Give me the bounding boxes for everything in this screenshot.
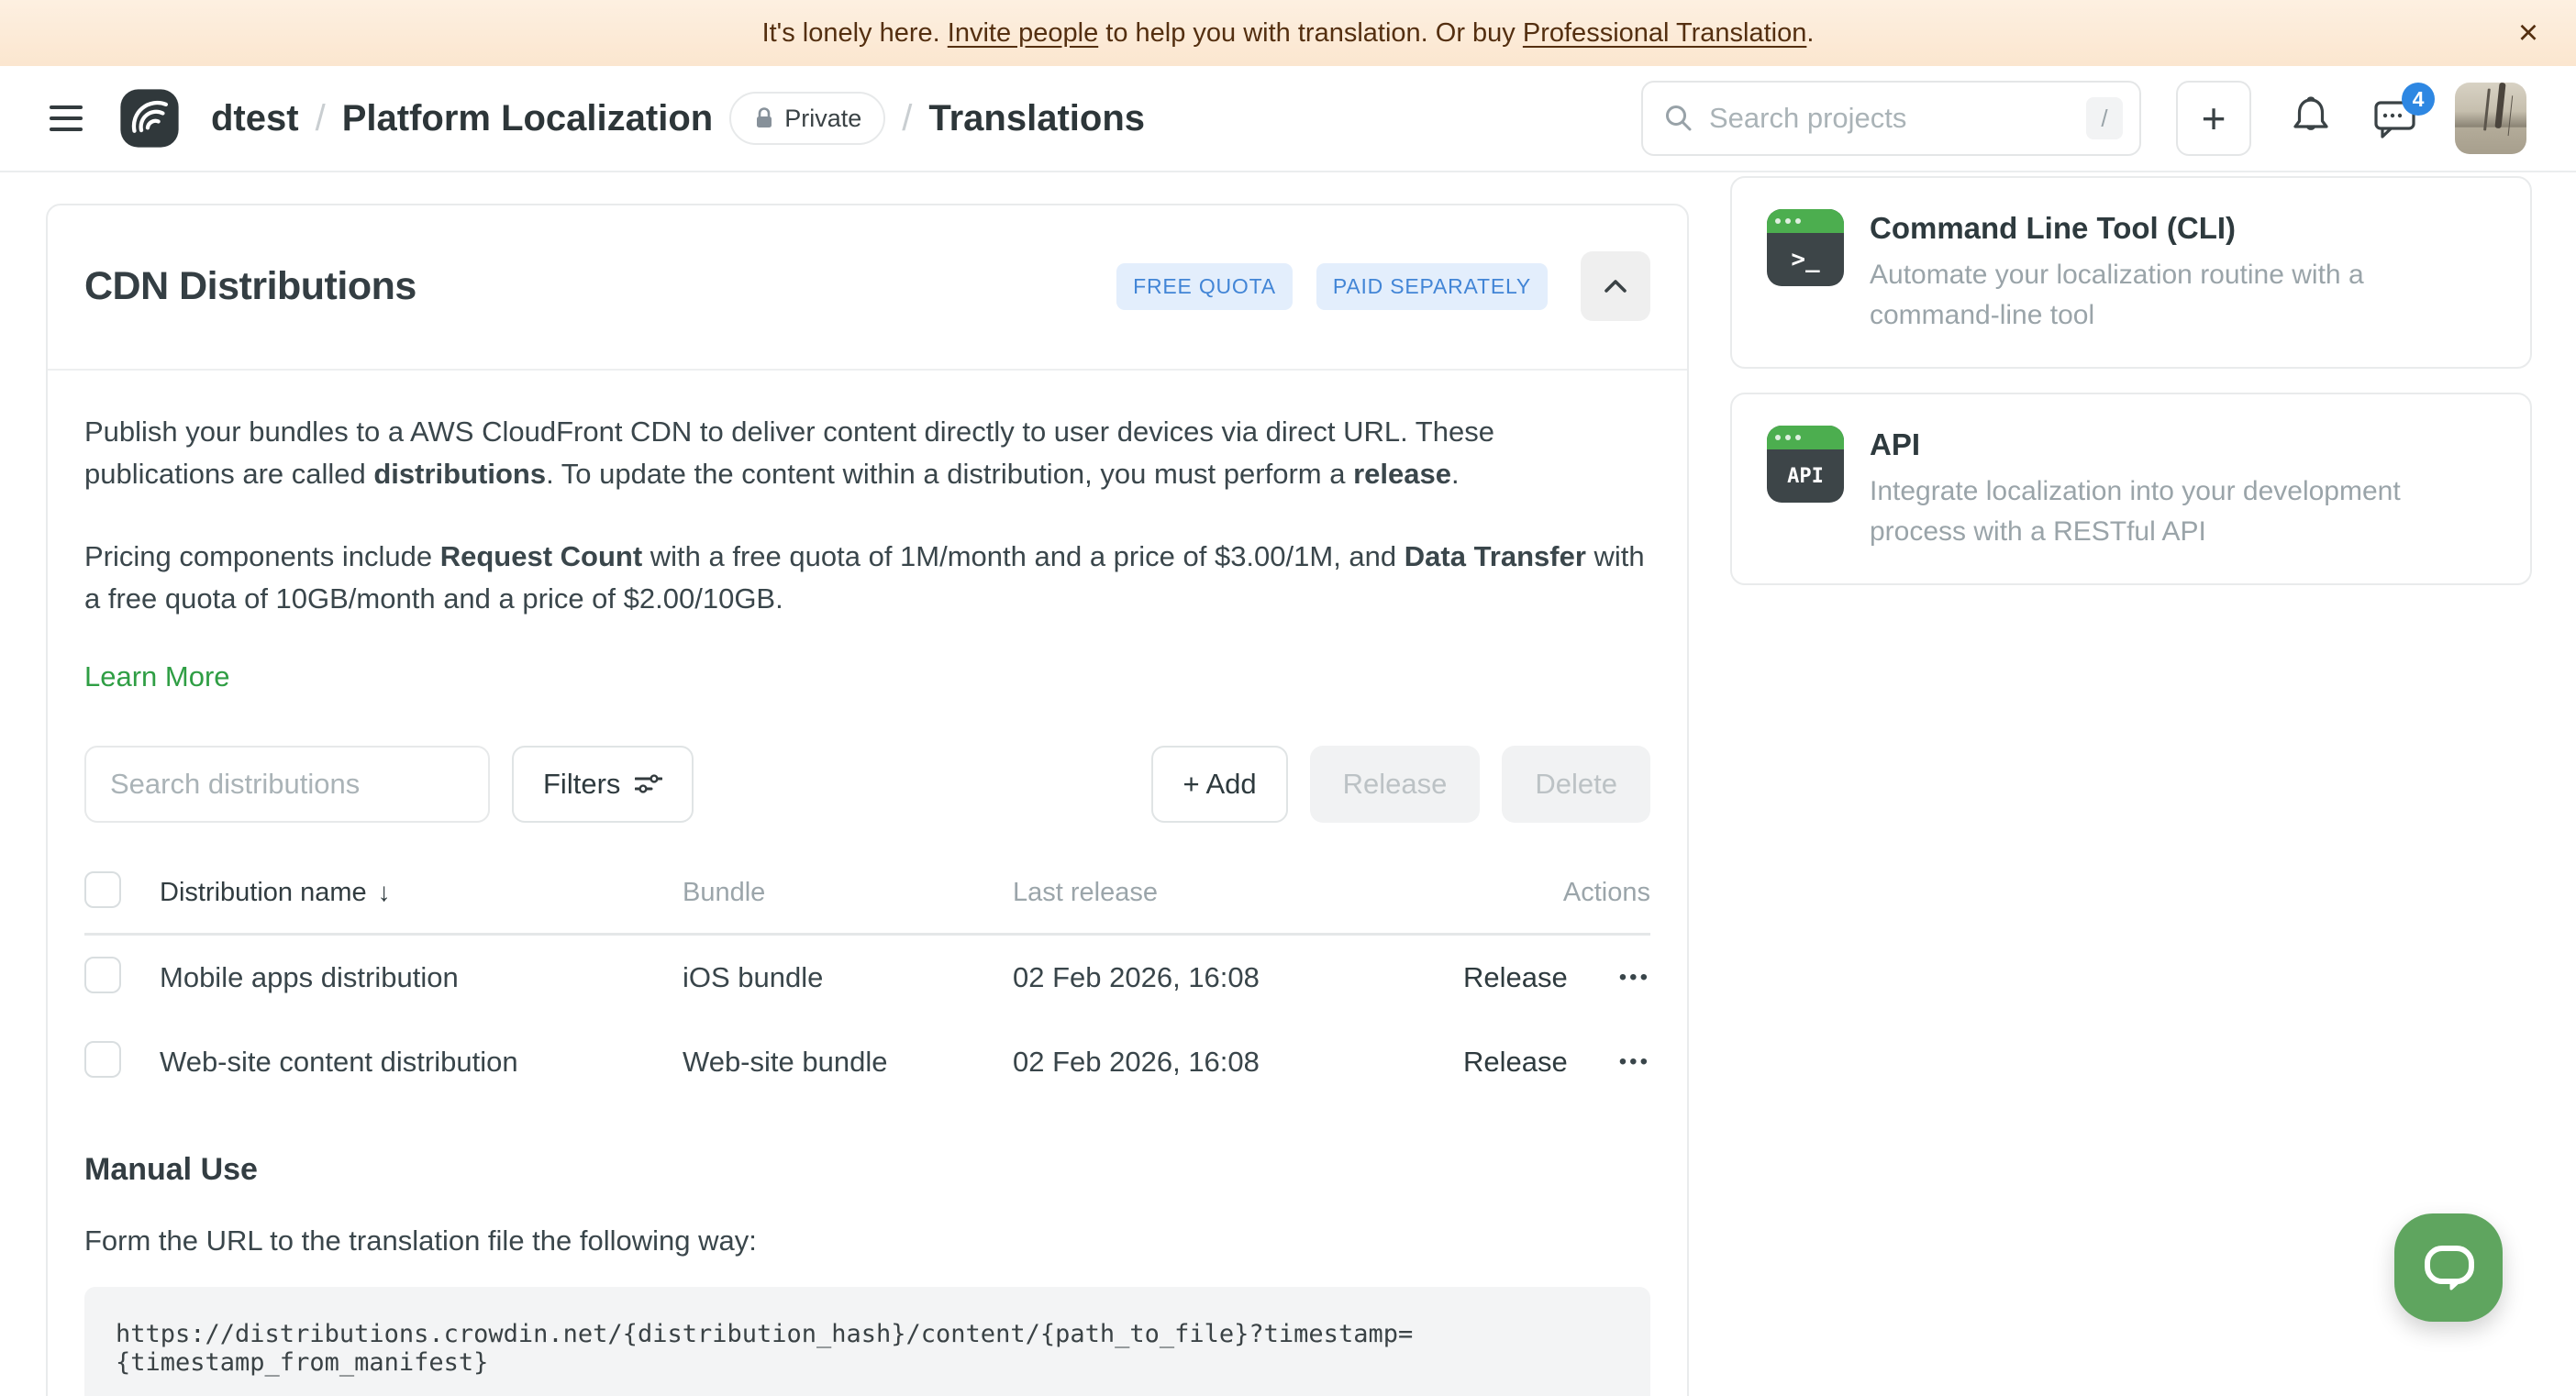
manual-intro-text: Form the URL to the translation file the… [84, 1224, 1650, 1258]
promo-banner: It's lonely here. Invite people to help … [0, 0, 2576, 66]
cli-card-title: Command Line Tool (CLI) [1870, 211, 2495, 246]
banner-text-middle: to help you with translation. Or buy [1098, 18, 1523, 48]
tools-sidebar: >_ Command Line Tool (CLI) Automate your… [1730, 176, 2532, 585]
learn-more-link[interactable]: Learn More [84, 660, 230, 693]
add-distribution-button[interactable]: + Add [1151, 746, 1287, 823]
terminal-prompt-glyph: >_ [1767, 233, 1844, 286]
p2-bold-request-count: Request Count [440, 540, 642, 572]
last-release-cell: 02 Feb 2026, 16:08 [1013, 1046, 1435, 1079]
crowdin-logo[interactable] [119, 88, 180, 149]
professional-translation-link[interactable]: Professional Translation [1523, 18, 1807, 48]
banner-text: It's lonely here. Invite people to help … [762, 18, 1815, 49]
last-release-cell: 02 Feb 2026, 16:08 [1013, 961, 1435, 994]
notifications-button[interactable] [2286, 94, 2336, 143]
user-avatar[interactable] [2455, 83, 2526, 154]
filter-icon [635, 774, 662, 794]
messages-count-badge: 4 [2402, 83, 2435, 116]
support-chat-button[interactable] [2394, 1213, 2503, 1322]
p2-text: with a free quota of 1M/month and a pric… [642, 540, 1405, 572]
description-paragraph: Publish your bundles to a AWS CloudFront… [84, 411, 1650, 495]
row-release-link[interactable]: Release [1463, 961, 1568, 994]
breadcrumb-page: Translations [928, 98, 1145, 139]
column-distribution-name[interactable]: Distribution name ↓ [160, 878, 683, 908]
bell-icon [2288, 94, 2334, 143]
paid-separately-badge: PAID SEPARATELY [1316, 263, 1548, 310]
row-checkbox[interactable] [84, 957, 121, 993]
privacy-badge-label: Private [784, 105, 861, 133]
api-glyph: API [1767, 449, 1844, 503]
url-pattern-code: https://distributions.crowdin.net/{distr… [84, 1287, 1650, 1396]
table-row: Mobile apps distribution iOS bundle 02 F… [84, 936, 1650, 1020]
distribution-name-cell: Mobile apps distribution [160, 961, 683, 994]
search-shortcut-hint: / [2086, 97, 2123, 139]
column-actions: Actions [1435, 878, 1650, 908]
page-title: CDN Distributions [84, 264, 416, 309]
p2-bold-data-transfer: Data Transfer [1405, 540, 1586, 572]
p1-bold-distributions: distributions [373, 458, 546, 490]
terminal-icon: >_ [1767, 209, 1844, 286]
api-icon: API [1767, 426, 1844, 503]
close-icon[interactable]: × [2504, 9, 2552, 57]
table-row: Web-site content distribution Web-site b… [84, 1020, 1650, 1104]
column-bundle: Bundle [683, 878, 1013, 908]
select-all-checkbox[interactable] [84, 871, 121, 908]
distributions-toolbar: Filters + Add Release Delete [84, 746, 1650, 823]
cli-card-description: Automate your localization routine with … [1870, 255, 2495, 336]
distributions-table: Distribution name ↓ Bundle Last release … [84, 867, 1650, 1104]
cdn-distributions-card: CDN Distributions FREE QUOTA PAID SEPARA… [46, 204, 1689, 1396]
column-last-release: Last release [1013, 878, 1435, 908]
p2-text: Pricing components include [84, 540, 440, 572]
sort-desc-icon: ↓ [378, 878, 391, 907]
lock-icon [753, 106, 775, 130]
create-project-button[interactable]: + [2176, 81, 2251, 156]
bundle-cell: Web-site bundle [683, 1046, 1013, 1079]
row-menu-icon[interactable]: ••• [1619, 1049, 1650, 1075]
collapse-section-button[interactable] [1581, 251, 1650, 321]
delete-button[interactable]: Delete [1502, 746, 1650, 823]
api-card-description: Integrate localization into your develop… [1870, 471, 2495, 552]
banner-text-prefix: It's lonely here. [762, 18, 948, 48]
hamburger-menu-icon[interactable] [50, 105, 83, 131]
invite-people-link[interactable]: Invite people [948, 18, 1098, 48]
p1-text: . [1451, 458, 1460, 490]
main-content: CDN Distributions FREE QUOTA PAID SEPARA… [0, 172, 2576, 1394]
p1-bold-release: release [1353, 458, 1451, 490]
messages-button[interactable]: 4 [2371, 94, 2420, 143]
privacy-badge: Private [729, 92, 885, 145]
chevron-up-icon [1602, 277, 1629, 295]
breadcrumb-space[interactable]: Platform Localization [342, 98, 714, 139]
column-label: Distribution name [160, 878, 367, 908]
chat-launcher-icon [2420, 1241, 2477, 1294]
app-header: dtest / Platform Localization Private / … [0, 66, 2576, 172]
row-menu-icon[interactable]: ••• [1619, 965, 1650, 991]
breadcrumb-separator: / [902, 98, 912, 139]
api-card[interactable]: API API Integrate localization into your… [1730, 393, 2532, 585]
free-quota-badge: FREE QUOTA [1116, 263, 1293, 310]
breadcrumb: dtest / Platform Localization Private / … [211, 92, 1145, 145]
distribution-name-cell: Web-site content distribution [160, 1046, 683, 1079]
row-checkbox[interactable] [84, 1041, 121, 1078]
filters-button[interactable]: Filters [512, 746, 694, 823]
distributions-search-input[interactable] [84, 746, 490, 823]
api-card-title: API [1870, 427, 2495, 462]
search-input[interactable] [1709, 102, 2086, 135]
bundle-cell: iOS bundle [683, 961, 1013, 994]
breadcrumb-separator: / [316, 98, 326, 139]
project-search: / [1641, 81, 2141, 156]
breadcrumb-project[interactable]: dtest [211, 98, 299, 139]
release-button[interactable]: Release [1310, 746, 1481, 823]
search-icon [1663, 103, 1694, 134]
banner-text-suffix: . [1806, 18, 1814, 48]
manual-use-heading: Manual Use [84, 1152, 1650, 1188]
filters-button-label: Filters [543, 768, 620, 801]
table-header-row: Distribution name ↓ Bundle Last release … [84, 867, 1650, 918]
pricing-paragraph: Pricing components include Request Count… [84, 536, 1650, 620]
cli-card[interactable]: >_ Command Line Tool (CLI) Automate your… [1730, 176, 2532, 369]
p1-text: . To update the content within a distrib… [546, 458, 1353, 490]
row-release-link[interactable]: Release [1463, 1046, 1568, 1079]
